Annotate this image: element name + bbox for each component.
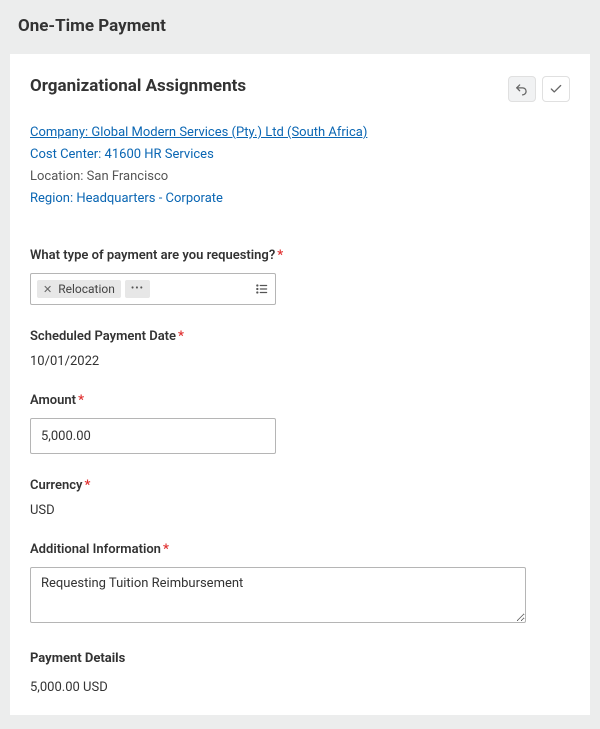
required-asterisk: *	[277, 248, 283, 263]
required-asterisk: *	[84, 478, 90, 493]
field-scheduled-date: Scheduled Payment Date* 10/01/2022	[30, 329, 570, 369]
label-additional-info: Additional Information*	[30, 542, 570, 557]
field-additional-info: Additional Information*	[30, 542, 570, 627]
value-scheduled-date: 10/01/2022	[30, 354, 570, 369]
card-title: Organizational Assignments	[30, 76, 246, 96]
field-currency: Currency* USD	[30, 478, 570, 518]
additional-info-textarea[interactable]	[30, 567, 526, 623]
link-company[interactable]: Company: Global Modern Services (Pty.) L…	[30, 122, 570, 144]
confirm-button[interactable]	[542, 76, 570, 102]
label-scheduled-date: Scheduled Payment Date*	[30, 329, 570, 344]
payment-type-value: Relocation	[58, 282, 115, 296]
close-icon[interactable]: ✕	[43, 283, 52, 296]
header-actions	[508, 76, 570, 102]
required-asterisk: *	[163, 542, 169, 557]
payment-type-input[interactable]: ✕ Relocation •••	[30, 273, 276, 305]
org-assignments-card: Organizational Assignments Company: Glob…	[10, 54, 590, 715]
field-amount: Amount*	[30, 393, 570, 454]
label-amount: Amount*	[30, 393, 570, 408]
required-asterisk: *	[178, 329, 184, 344]
payment-details-value: 5,000.00 USD	[30, 680, 570, 695]
card-header: Organizational Assignments	[30, 76, 570, 102]
required-asterisk: *	[78, 393, 84, 408]
check-icon	[549, 82, 563, 96]
payment-type-chip[interactable]: ✕ Relocation	[37, 280, 121, 298]
text-location: Location: San Francisco	[30, 166, 570, 188]
amount-input[interactable]	[30, 418, 276, 454]
list-icon[interactable]	[255, 282, 269, 296]
link-region[interactable]: Region: Headquarters - Corporate	[30, 188, 570, 210]
payment-details-title: Payment Details	[30, 651, 570, 666]
label-payment-type: What type of payment are you requesting?…	[30, 248, 570, 263]
field-payment-type: What type of payment are you requesting?…	[30, 248, 570, 305]
chip-more[interactable]: •••	[125, 280, 150, 298]
org-links: Company: Global Modern Services (Pty.) L…	[30, 122, 570, 210]
undo-icon	[515, 82, 529, 96]
value-currency: USD	[30, 503, 570, 518]
label-currency: Currency*	[30, 478, 570, 493]
undo-button[interactable]	[508, 76, 536, 102]
page-title: One-Time Payment	[0, 10, 600, 54]
link-cost-center[interactable]: Cost Center: 41600 HR Services	[30, 144, 570, 166]
